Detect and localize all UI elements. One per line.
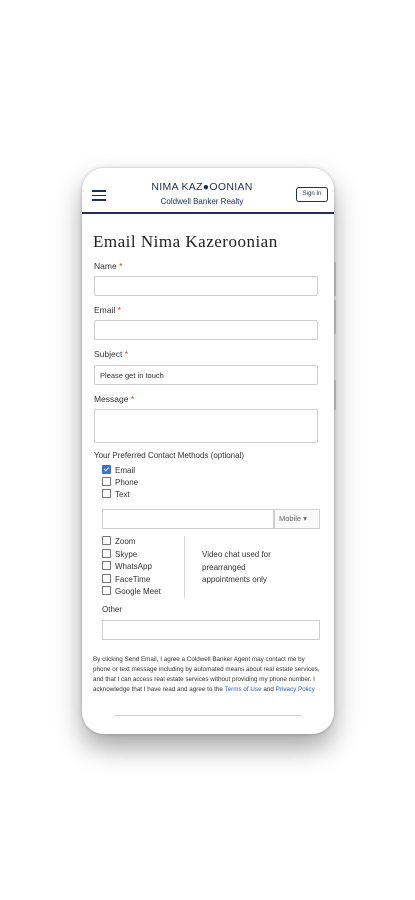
checkbox-icon[interactable] xyxy=(102,574,111,584)
subject-label: Subject * xyxy=(94,349,129,359)
video-facetime-checkbox[interactable]: FaceTime xyxy=(102,574,150,585)
video-chat-note: Video chat used for prearranged appointm… xyxy=(202,550,271,584)
checkbox-icon[interactable] xyxy=(102,477,111,487)
message-field[interactable] xyxy=(94,409,318,443)
video-zoom-checkbox[interactable]: Zoom xyxy=(102,536,135,547)
name-label: Name * xyxy=(94,261,123,271)
contact-email-checkbox[interactable]: Email xyxy=(102,465,135,476)
name-field[interactable] xyxy=(94,276,318,296)
hamburger-menu-icon[interactable] xyxy=(92,190,106,201)
brand-subtitle: Coldwell Banker Realty xyxy=(160,197,244,206)
phone-type-select[interactable]: Mobile ▾ xyxy=(274,509,320,529)
video-skype-checkbox[interactable]: Skype xyxy=(102,549,137,560)
checkbox-icon[interactable] xyxy=(102,561,111,571)
subject-field[interactable]: Please get in touch xyxy=(94,365,318,385)
privacy-policy-link[interactable]: Privacy Policy xyxy=(276,686,315,693)
consent-disclaimer: By clicking Send Email, I agree a Coldwe… xyxy=(93,656,320,693)
other-field[interactable] xyxy=(102,620,320,640)
phone-side-button xyxy=(334,300,336,334)
divider xyxy=(184,536,185,598)
message-label: Message * xyxy=(94,394,135,404)
checkbox-icon[interactable] xyxy=(102,549,111,559)
other-label: Other xyxy=(102,605,123,614)
brand-name: NIMA KAZ●OONIAN xyxy=(151,181,253,193)
phone-side-button xyxy=(334,262,336,296)
divider xyxy=(114,715,302,716)
contact-text-checkbox[interactable]: Text xyxy=(102,489,130,500)
checkbox-checked-icon[interactable] xyxy=(102,465,111,475)
phone-frame: NIMA KAZ●OONIAN Coldwell Banker Realty S… xyxy=(82,168,334,734)
terms-of-use-link[interactable]: Terms of Use xyxy=(225,686,262,693)
checkbox-icon[interactable] xyxy=(102,536,111,546)
page-title: Email Nima Kazeroonian xyxy=(93,232,278,251)
video-google-meet-checkbox[interactable]: Google Meet xyxy=(102,586,161,597)
video-whatsapp-checkbox[interactable]: WhatsApp xyxy=(102,561,152,572)
contact-phone-checkbox[interactable]: Phone xyxy=(102,477,138,488)
checkbox-icon[interactable] xyxy=(102,586,111,596)
checkbox-icon[interactable] xyxy=(102,489,111,499)
phone-side-button xyxy=(334,380,336,410)
phone-number-input[interactable] xyxy=(102,509,274,529)
contact-methods-heading: Your Preferred Contact Methods (optional… xyxy=(94,451,245,460)
sign-in-button[interactable]: Sign In xyxy=(296,187,328,202)
email-field[interactable] xyxy=(94,320,318,340)
brand-logo[interactable]: NIMA KAZ●OONIAN Coldwell Banker Realty xyxy=(122,181,282,206)
site-header: NIMA KAZ●OONIAN Coldwell Banker Realty S… xyxy=(82,168,334,214)
email-label: Email * xyxy=(94,305,121,315)
